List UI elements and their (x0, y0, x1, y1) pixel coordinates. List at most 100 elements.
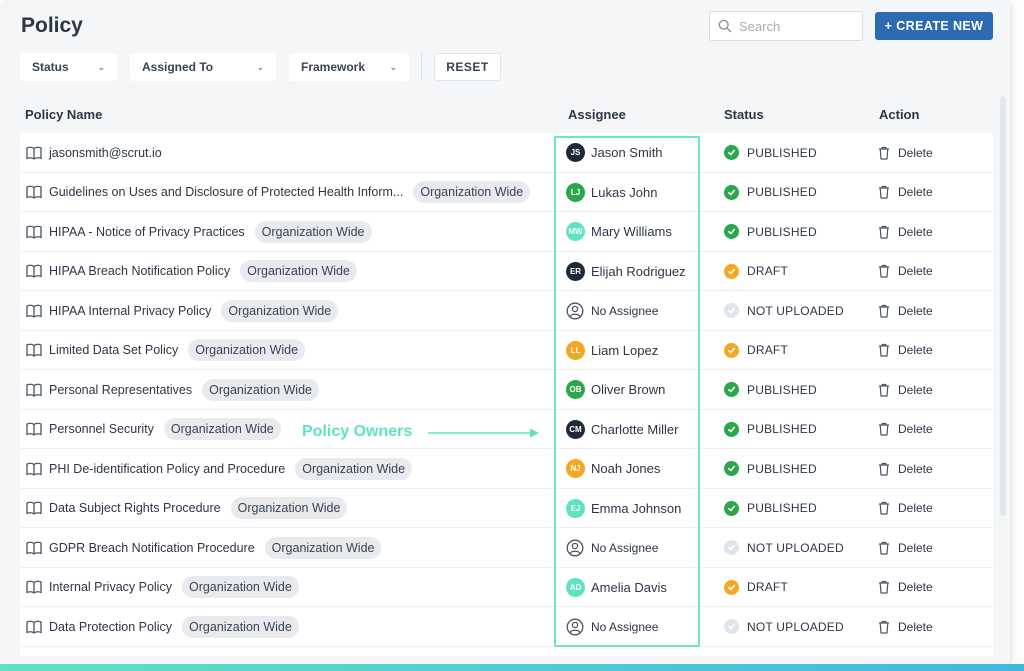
scope-tag: Organization Wide (221, 299, 339, 322)
header-action: Action (879, 107, 920, 122)
policy-name[interactable]: Internal Privacy Policy (49, 580, 172, 594)
trash-icon (879, 185, 889, 199)
table-row[interactable]: Limited Data Set Policy Organization Wid… (20, 331, 993, 370)
policy-name[interactable]: Guidelines on Uses and Disclosure of Pro… (49, 185, 403, 199)
create-new-button[interactable]: + CREATE NEW (875, 12, 993, 40)
policy-name-cell[interactable]: Internal Privacy Policy Organization Wid… (26, 568, 556, 607)
policy-name[interactable]: Personnel Security (49, 422, 154, 436)
policy-name-cell[interactable]: HIPAA Internal Privacy Policy Organizati… (26, 291, 556, 330)
trash-icon (879, 225, 889, 239)
delete-button[interactable]: Delete (878, 489, 978, 528)
delete-button[interactable]: Delete (878, 607, 978, 646)
status-text: PUBLISHED (747, 145, 817, 160)
delete-label: Delete (898, 422, 933, 436)
assignee-cell[interactable]: JS Jason Smith (566, 133, 698, 172)
policy-name[interactable]: PHI De-identification Policy and Procedu… (49, 462, 285, 476)
reset-button[interactable]: RESET (434, 53, 501, 81)
policy-name-cell[interactable]: HIPAA Breach Notification Policy Organiz… (26, 252, 556, 291)
policy-name-cell[interactable]: Limited Data Set Policy Organization Wid… (26, 331, 556, 370)
scope-tag: Organization Wide (264, 536, 382, 559)
status-cell: PUBLISHED (724, 489, 874, 528)
scope-tag: Organization Wide (181, 615, 299, 638)
scope-tag: Organization Wide (413, 181, 531, 203)
delete-button[interactable]: Delete (878, 252, 978, 291)
policy-name-cell[interactable]: jasonsmith@scrut.io (26, 133, 556, 172)
delete-button[interactable]: Delete (878, 449, 978, 488)
framework-filter[interactable]: Framework ⌄ (289, 53, 409, 81)
table-row[interactable]: Internal Privacy Policy Organization Wid… (20, 568, 993, 607)
status-check-icon (724, 184, 739, 200)
policy-name[interactable]: jasonsmith@scrut.io (49, 146, 162, 160)
delete-button[interactable]: Delete (878, 133, 978, 172)
assignee-cell[interactable]: MW Mary Williams (566, 212, 698, 251)
delete-label: Delete (898, 343, 933, 357)
policy-name-cell[interactable]: Guidelines on Uses and Disclosure of Pro… (26, 173, 556, 212)
table-row[interactable]: Data Protection Policy Organization Wide… (20, 607, 993, 647)
status-text: PUBLISHED (747, 461, 817, 476)
assignee-cell[interactable]: EJ Emma Johnson (566, 489, 698, 528)
policy-name-cell[interactable]: Data Protection Policy Organization Wide (26, 607, 556, 646)
framework-filter-label: Framework (301, 60, 366, 74)
policy-name-cell[interactable]: GDPR Breach Notification Procedure Organ… (26, 528, 556, 567)
delete-label: Delete (898, 382, 933, 397)
table-scrollbar[interactable] (1000, 96, 1006, 516)
table-row[interactable]: Data Subject Rights Procedure Organizati… (20, 489, 993, 528)
delete-button[interactable]: Delete (878, 568, 978, 607)
policy-name[interactable]: Data Subject Rights Procedure (49, 501, 221, 515)
table-row[interactable]: PHI De-identification Policy and Procedu… (20, 449, 993, 489)
policy-name-cell[interactable]: PHI De-identification Policy and Procedu… (26, 449, 556, 488)
delete-button[interactable]: Delete (878, 212, 978, 251)
table-header: Policy Name Assignee Status Action (20, 96, 993, 133)
delete-button[interactable]: Delete (878, 331, 978, 370)
table-row[interactable]: HIPAA Internal Privacy Policy Organizati… (20, 291, 993, 331)
policy-name[interactable]: Limited Data Set Policy (49, 343, 178, 357)
table-row[interactable]: Personal Representatives Organization Wi… (20, 370, 993, 410)
policy-name[interactable]: Data Protection Policy (49, 620, 172, 634)
delete-button[interactable]: Delete (878, 370, 978, 409)
assignee-name: No Assignee (591, 303, 659, 318)
assignee-cell[interactable]: AD Amelia Davis (566, 568, 698, 607)
book-icon (26, 264, 42, 278)
status-text: DRAFT (747, 264, 788, 278)
delete-button[interactable]: Delete (878, 291, 978, 330)
table-row[interactable]: HIPAA - Notice of Privacy Practices Orga… (20, 212, 993, 252)
table-row[interactable]: jasonsmith@scrut.io JS Jason Smith PUBLI… (20, 133, 993, 173)
assignee-cell[interactable]: No Assignee (566, 528, 698, 567)
policy-name-cell[interactable]: Data Subject Rights Procedure Organizati… (26, 489, 556, 528)
assignee-cell[interactable]: CM Charlotte Miller (566, 410, 698, 449)
table-row[interactable]: GDPR Breach Notification Procedure Organ… (20, 528, 993, 568)
status-cell: DRAFT (724, 331, 874, 370)
policy-name[interactable]: HIPAA Internal Privacy Policy (49, 304, 211, 318)
assignee-cell[interactable]: NJ Noah Jones (566, 449, 698, 488)
policy-table: Policy Name Assignee Status Action jason… (20, 96, 993, 656)
policy-name-cell[interactable]: Personal Representatives Organization Wi… (26, 370, 556, 409)
status-check-icon (724, 224, 739, 239)
assignee-cell[interactable]: ER Elijah Rodriguez (566, 252, 698, 291)
assignee-cell[interactable]: LL Liam Lopez (566, 331, 698, 370)
policy-name[interactable]: GDPR Breach Notification Procedure (49, 541, 255, 555)
assignee-cell[interactable]: OB Oliver Brown (566, 370, 698, 409)
assignee-name: Jason Smith (591, 145, 663, 160)
policy-name[interactable]: Personal Representatives (49, 383, 192, 397)
delete-button[interactable]: Delete (878, 528, 978, 567)
trash-icon (879, 146, 889, 160)
policy-name[interactable]: HIPAA Breach Notification Policy (49, 264, 230, 278)
search-icon (718, 19, 732, 33)
assigned-to-filter[interactable]: Assigned To ⌄ (130, 53, 276, 81)
avatar: MW (566, 222, 585, 241)
search-input[interactable] (739, 18, 859, 34)
assignee-cell[interactable]: No Assignee (566, 607, 698, 646)
table-row[interactable]: HIPAA Breach Notification Policy Organiz… (20, 252, 993, 291)
delete-button[interactable]: Delete (878, 410, 978, 449)
assignee-cell[interactable]: No Assignee (566, 291, 698, 330)
assignee-cell[interactable]: LJ Lukas John (566, 173, 698, 212)
trash-icon (879, 541, 889, 555)
status-filter[interactable]: Status ⌄ (20, 53, 117, 81)
table-row[interactable]: Guidelines on Uses and Disclosure of Pro… (20, 173, 993, 212)
search-box[interactable] (709, 11, 863, 41)
policy-name[interactable]: HIPAA - Notice of Privacy Practices (49, 225, 245, 239)
delete-button[interactable]: Delete (878, 173, 978, 212)
trash-icon (879, 304, 889, 318)
status-text: PUBLISHED (747, 382, 817, 397)
policy-name-cell[interactable]: HIPAA - Notice of Privacy Practices Orga… (26, 212, 556, 251)
